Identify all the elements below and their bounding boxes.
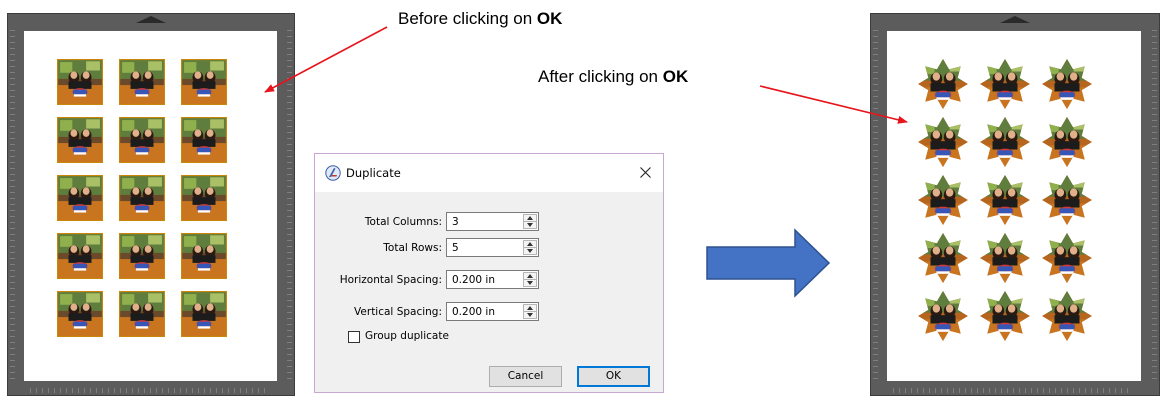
total-rows-label: Total Rows: [383,242,442,254]
horizontal-spacing-value: 0.200 in [452,274,495,286]
total-rows-spinner[interactable] [523,240,537,255]
ok-button[interactable]: OK [577,366,650,387]
vertical-spacing-spinner[interactable] [523,304,537,319]
before-pointer-arrow [264,26,388,93]
total-rows-row: Total Rows: [315,238,442,258]
group-duplicate-label: Group duplicate [365,330,449,342]
total-columns-spinner[interactable] [523,214,537,229]
total-columns-input[interactable]: 3 [446,212,539,231]
spinner-up-icon[interactable] [527,306,533,310]
horizontal-spacing-row: Horizontal Spacing: [315,270,442,290]
total-columns-row: Total Columns: [315,212,442,232]
after-pointer-arrow [759,85,908,124]
total-rows-value: 5 [452,242,459,254]
horizontal-spacing-label: Horizontal Spacing: [339,274,442,286]
dialog-titlebar: Duplicate [315,154,663,192]
close-icon [639,166,651,178]
close-button[interactable] [633,160,657,184]
spinner-down-icon[interactable] [527,249,533,253]
horizontal-spacing-spinner[interactable] [523,272,537,287]
silhouette-studio-icon [325,165,341,181]
transition-arrow [706,228,831,298]
duplicate-dialog: Duplicate Total Columns: 3 Total Rows: 5… [314,153,664,393]
group-duplicate-checkbox[interactable] [348,331,360,343]
total-rows-input[interactable]: 5 [446,238,539,257]
vertical-spacing-value: 0.200 in [452,306,495,318]
horizontal-spacing-input[interactable]: 0.200 in [446,270,539,289]
spinner-up-icon[interactable] [527,242,533,246]
vertical-spacing-label: Vertical Spacing: [354,306,442,318]
spinner-down-icon[interactable] [527,223,533,227]
total-columns-value: 3 [452,216,459,228]
vertical-spacing-row: Vertical Spacing: [315,302,442,322]
vertical-spacing-input[interactable]: 0.200 in [446,302,539,321]
dialog-title: Duplicate [346,166,401,180]
total-columns-label: Total Columns: [364,216,442,228]
spinner-up-icon[interactable] [527,216,533,220]
spinner-down-icon[interactable] [527,281,533,285]
dialog-body: Total Columns: 3 Total Rows: 5 Horizonta… [315,192,663,392]
cancel-button[interactable]: Cancel [489,366,562,387]
spinner-up-icon[interactable] [527,274,533,278]
spinner-down-icon[interactable] [527,313,533,317]
